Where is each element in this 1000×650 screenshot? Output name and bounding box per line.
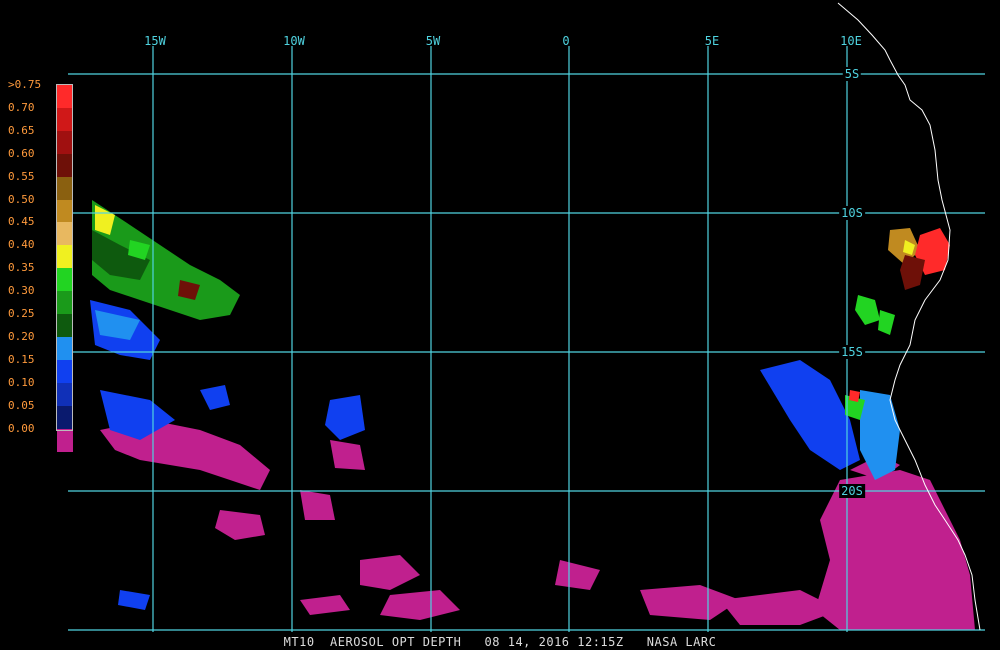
observation-datetime: 08 14, 2016 12:15Z — [484, 635, 624, 649]
lat-label-15s: 15S — [839, 345, 865, 359]
legend-label: 0.55 — [8, 169, 35, 183]
legend-label: >0.75 — [8, 78, 42, 91]
lon-label-0: 0 — [562, 34, 570, 48]
lon-label-15w: 15W — [144, 34, 166, 48]
legend-label: 0.45 — [8, 215, 35, 229]
lon-label-5w: 5W — [425, 34, 441, 48]
product-code: MT10 — [283, 635, 315, 649]
lat-label-5s: 5S — [842, 67, 862, 81]
image-caption: MT10 AEROSOL OPT DEPTH 08 14, 2016 12:15… — [0, 635, 1000, 649]
lon-label-5e: 5E — [704, 34, 720, 48]
lon-label-10e: 10E — [840, 34, 862, 48]
parameter-name: AEROSOL OPT DEPTH — [330, 635, 462, 649]
legend-label: 0.00 — [8, 421, 35, 435]
aerosol-map — [68, 2, 985, 632]
graticule — [68, 46, 985, 632]
lon-label-10w: 10W — [283, 34, 305, 48]
legend-label: 0.60 — [8, 146, 35, 160]
lat-label-10s: 10S — [839, 206, 865, 220]
legend-label: 0.15 — [8, 352, 35, 366]
aerosol-plume-layer — [90, 200, 975, 630]
legend-label: 0.40 — [8, 238, 35, 252]
legend-label: 0.10 — [8, 375, 35, 389]
legend-label: 0.70 — [8, 100, 35, 114]
legend-label: 0.65 — [8, 123, 35, 137]
data-source: NASA LARC — [646, 635, 717, 649]
legend-label: 0.25 — [8, 307, 35, 320]
legend-label: 0.50 — [8, 192, 35, 206]
legend-swatch — [57, 428, 73, 452]
lat-label-20s: 20S — [839, 484, 865, 498]
legend-label: 0.35 — [8, 261, 35, 275]
legend-frame — [56, 84, 73, 431]
legend-label: 0.30 — [8, 284, 35, 298]
legend-label: 0.20 — [8, 329, 35, 343]
legend-label: 0.05 — [8, 398, 35, 412]
